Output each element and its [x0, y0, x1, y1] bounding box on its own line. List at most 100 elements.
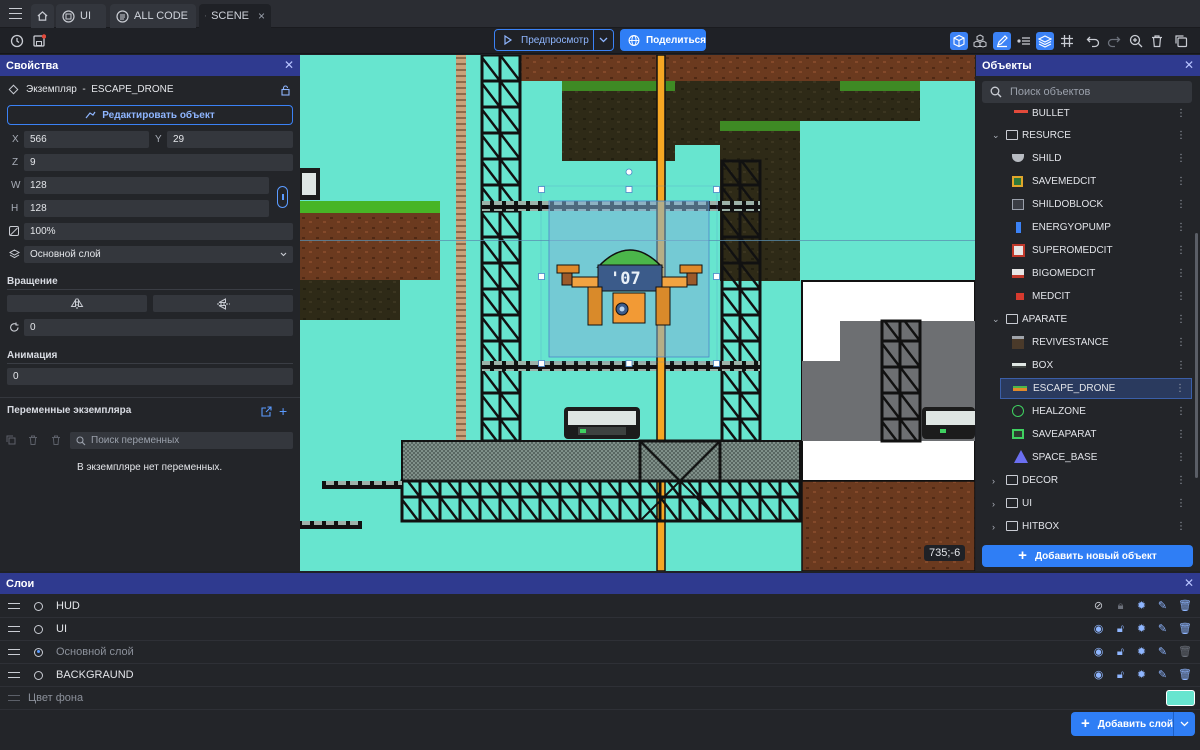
layers-icon[interactable] [1036, 32, 1054, 50]
trash-icon[interactable] [1148, 32, 1166, 50]
more-icon[interactable]: ⋮ [1176, 498, 1186, 509]
add-variable-icon[interactable]: + [279, 404, 287, 418]
flip-vertical-button[interactable] [153, 295, 293, 312]
more-icon[interactable]: ⋮ [1176, 291, 1186, 302]
tab-all-code[interactable]: ALL CODE [110, 4, 196, 28]
drag-handle-icon[interactable] [8, 649, 20, 655]
list-item[interactable]: SHILD ⋮ [976, 148, 1200, 169]
external-link-icon[interactable] [261, 406, 272, 417]
eye-icon[interactable]: ◉ [1092, 669, 1105, 682]
sun-icon[interactable]: ✹ [1135, 669, 1148, 682]
eye-icon[interactable]: ◉ [1092, 646, 1105, 659]
lock-open-icon[interactable]: 🔓︎ [1114, 669, 1127, 682]
list-item[interactable]: SUPEROMEDCIT ⋮ [976, 240, 1200, 261]
sun-icon[interactable]: ✹ [1135, 646, 1148, 659]
pencil-icon[interactable]: ✎ [1156, 669, 1169, 682]
list-item[interactable]: ⌄ RESURCE ⋮ [976, 125, 1200, 146]
close-icon[interactable]: × [258, 9, 265, 23]
more-icon[interactable]: ⋮ [1176, 245, 1186, 256]
layer-row-hud[interactable]: HUD ⊘ 🔒︎ ✹ ✎ 🗑︎ [0, 595, 1200, 618]
more-icon[interactable]: ⋮ [1175, 383, 1185, 394]
more-icon[interactable]: ⋮ [1176, 360, 1186, 371]
close-icon[interactable]: ✕ [1184, 576, 1194, 590]
pencil-icon[interactable] [993, 32, 1011, 50]
history-icon[interactable] [8, 32, 26, 50]
more-icon[interactable]: ⋮ [1176, 337, 1186, 348]
list-item[interactable]: SHILDOBLOCK ⋮ [976, 194, 1200, 215]
more-icon[interactable]: ⋮ [1176, 429, 1186, 440]
trash-icon[interactable]: 🗑︎ [1178, 600, 1192, 613]
delete-all-variables-icon[interactable] [51, 435, 61, 445]
drag-handle-icon[interactable] [8, 626, 20, 632]
more-icon[interactable]: ⋮ [1176, 452, 1186, 463]
chevron-down-icon[interactable]: ⌄ [992, 314, 1000, 325]
grid-icon[interactable] [1058, 32, 1076, 50]
more-icon[interactable]: ⋮ [1176, 475, 1186, 486]
eye-icon[interactable]: ◉ [1092, 623, 1105, 636]
pencil-icon[interactable]: ✎ [1156, 623, 1169, 636]
share-button[interactable]: Поделиться [620, 29, 706, 51]
list-icon[interactable] [1014, 32, 1032, 50]
list-item[interactable]: BULLET ⋮ [976, 105, 1200, 124]
pencil-icon[interactable]: ✎ [1156, 646, 1169, 659]
h-input[interactable]: 128 [24, 200, 269, 217]
more-icon[interactable]: ⋮ [1176, 314, 1186, 325]
list-item[interactable]: ENERGYOPUMP ⋮ [976, 217, 1200, 238]
trash-icon[interactable]: 🗑︎ [1178, 623, 1192, 636]
more-icon[interactable]: ⋮ [1176, 176, 1186, 187]
more-icon[interactable]: ⋮ [1176, 521, 1186, 532]
list-item[interactable]: › HITBOX ⋮ [976, 516, 1200, 535]
preview-button[interactable]: Предпросмотр [494, 29, 614, 51]
more-icon[interactable]: ⋮ [1176, 199, 1186, 210]
lock-open-icon[interactable]: 🔓︎ [1114, 623, 1127, 636]
variable-search-input[interactable]: Поиск переменных [70, 432, 293, 449]
close-icon[interactable]: ✕ [284, 58, 294, 72]
flip-horizontal-button[interactable] [7, 295, 147, 312]
lock-icon[interactable]: 🔒︎ [1114, 600, 1127, 613]
x-input[interactable]: 566 [24, 131, 149, 148]
trash-icon[interactable]: 🗑︎ [1178, 669, 1192, 682]
layer-row-ui[interactable]: UI ◉ 🔓︎ ✹ ✎ 🗑︎ [0, 618, 1200, 641]
more-icon[interactable]: ⋮ [1176, 108, 1186, 119]
layer-select[interactable]: Основной слой [24, 246, 293, 263]
lock-icon[interactable] [281, 85, 290, 96]
object-search-input[interactable]: Поиск объектов [982, 81, 1192, 103]
list-item[interactable]: › DECOR ⋮ [976, 470, 1200, 491]
objects-scrollbar[interactable] [1195, 233, 1198, 478]
chevron-down-icon[interactable]: ⌄ [992, 130, 1000, 141]
add-object-button[interactable]: + Добавить новый объект [982, 545, 1193, 567]
cube-icon[interactable] [950, 32, 968, 50]
edit-object-button[interactable]: Редактировать объект [7, 105, 293, 125]
chevron-right-icon[interactable]: › [992, 499, 995, 509]
active-layer-radio[interactable] [34, 624, 43, 634]
chevron-right-icon[interactable]: › [992, 522, 995, 532]
list-item[interactable]: SAVEAPARAT ⋮ [976, 424, 1200, 445]
add-layer-button[interactable]: + Добавить слой [1071, 712, 1195, 736]
more-icon[interactable]: ⋮ [1176, 222, 1186, 233]
copy-icon[interactable] [1172, 32, 1190, 50]
save-icon[interactable] [30, 32, 48, 50]
more-icon[interactable]: ⋮ [1176, 268, 1186, 279]
more-icon[interactable]: ⋮ [1176, 130, 1186, 141]
list-item[interactable]: HEALZONE ⋮ [976, 401, 1200, 422]
tab-home[interactable] [31, 4, 54, 28]
more-icon[interactable]: ⋮ [1176, 406, 1186, 417]
tab-scene[interactable]: SCENE × [199, 4, 271, 28]
copy-variable-icon[interactable] [6, 435, 16, 445]
drag-handle-icon[interactable] [8, 603, 20, 609]
y-input[interactable]: 29 [167, 131, 293, 148]
lock-open-icon[interactable]: 🔓︎ [1114, 646, 1127, 659]
z-input[interactable]: 9 [24, 154, 293, 171]
background-color-swatch[interactable] [1166, 690, 1195, 706]
list-item[interactable]: ⌄ APARATE ⋮ [976, 309, 1200, 330]
zoom-in-icon[interactable] [1127, 32, 1145, 50]
list-item[interactable]: SAVEMEDCIT ⋮ [976, 171, 1200, 192]
menu-icon[interactable] [9, 8, 22, 19]
tab-ui[interactable]: UI [56, 4, 106, 28]
scene-canvas[interactable]: '07 735;-6 [300, 55, 975, 571]
opacity-input[interactable]: 100% [24, 223, 293, 240]
more-icon[interactable]: ⋮ [1176, 153, 1186, 164]
cubes-icon[interactable] [971, 32, 989, 50]
preview-dropdown[interactable] [593, 30, 613, 50]
close-icon[interactable]: ✕ [1184, 58, 1194, 72]
